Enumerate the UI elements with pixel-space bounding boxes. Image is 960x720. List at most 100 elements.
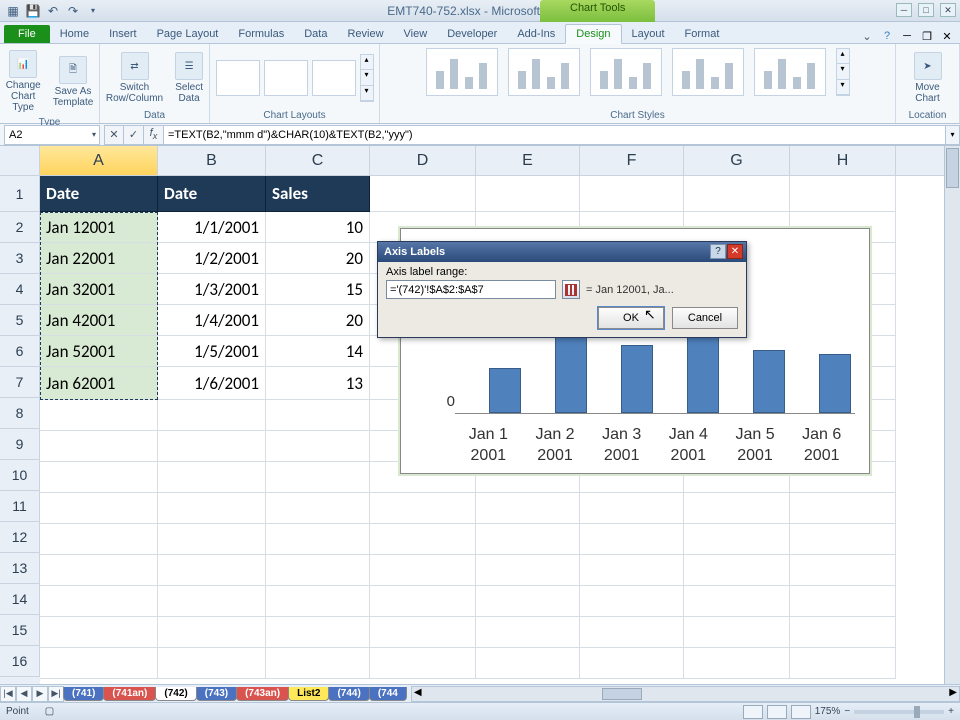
cell[interactable] <box>370 493 476 524</box>
normal-view-icon[interactable] <box>743 705 763 719</box>
tab-developer[interactable]: Developer <box>437 25 507 43</box>
row-header[interactable]: 16 <box>0 646 40 677</box>
save-icon[interactable]: 💾 <box>24 2 42 20</box>
cell[interactable] <box>266 617 370 648</box>
chart-bar[interactable] <box>621 345 653 413</box>
cell[interactable] <box>158 586 266 617</box>
ok-button[interactable]: OK <box>598 307 664 329</box>
cell[interactable]: 1/2/2001 <box>158 243 266 274</box>
cell[interactable] <box>684 586 790 617</box>
layouts-scroll[interactable]: ▴▾▾ <box>360 54 374 102</box>
column-header[interactable]: H <box>790 146 896 175</box>
cell[interactable]: 1/1/2001 <box>158 212 266 243</box>
column-header[interactable]: C <box>266 146 370 175</box>
column-header[interactable]: B <box>158 146 266 175</box>
save-as-template-button[interactable]: 🗎Save As Template <box>49 54 98 110</box>
cell[interactable] <box>580 176 684 212</box>
cell[interactable] <box>40 431 158 462</box>
sheet-tab[interactable]: (741an) <box>103 687 156 701</box>
cell[interactable] <box>40 586 158 617</box>
column-header[interactable]: E <box>476 146 580 175</box>
sheet-tab[interactable]: (743) <box>196 687 237 701</box>
horizontal-scrollbar[interactable]: ◀ ▶ <box>411 686 960 702</box>
cell[interactable] <box>580 586 684 617</box>
expand-formula-icon[interactable]: ▾ <box>946 125 960 145</box>
file-tab[interactable]: File <box>4 25 50 43</box>
cell[interactable] <box>684 493 790 524</box>
row-header[interactable]: 5 <box>0 305 40 336</box>
redo-icon[interactable]: ↷ <box>64 2 82 20</box>
change-chart-type-button[interactable]: 📊Change Chart Type <box>2 48 45 115</box>
chart-layout-thumb[interactable] <box>216 60 260 96</box>
cell[interactable] <box>684 648 790 679</box>
fx-icon[interactable]: fx <box>144 125 164 145</box>
cell[interactable] <box>370 586 476 617</box>
cell[interactable] <box>476 493 580 524</box>
cell[interactable] <box>684 617 790 648</box>
tab-design[interactable]: Design <box>565 24 621 44</box>
workbook-restore-icon[interactable]: ❐ <box>920 29 934 43</box>
cell[interactable]: 10 <box>266 212 370 243</box>
chart-layout-thumb[interactable] <box>264 60 308 96</box>
cell[interactable] <box>790 617 896 648</box>
row-header[interactable]: 8 <box>0 398 40 429</box>
cell[interactable] <box>266 555 370 586</box>
cell[interactable] <box>790 524 896 555</box>
cell[interactable] <box>580 648 684 679</box>
cell[interactable] <box>790 648 896 679</box>
minimize-ribbon-icon[interactable]: ⌄ <box>860 29 874 43</box>
chart-style-thumb[interactable] <box>754 48 826 96</box>
undo-icon[interactable]: ↶ <box>44 2 62 20</box>
macro-record-icon[interactable]: ▢ <box>45 706 54 717</box>
formula-input[interactable]: =TEXT(B2,"mmm d")&CHAR(10)&TEXT(B2,"yyy"… <box>164 125 946 145</box>
cell[interactable] <box>580 617 684 648</box>
tab-home[interactable]: Home <box>50 25 99 43</box>
qat-dropdown-icon[interactable]: ▾ <box>84 2 102 20</box>
tab-page-layout[interactable]: Page Layout <box>147 25 229 43</box>
axis-label-range-input[interactable] <box>386 280 556 299</box>
cell[interactable] <box>40 524 158 555</box>
row-header[interactable]: 1 <box>0 176 40 212</box>
cell[interactable] <box>40 617 158 648</box>
cell[interactable]: 15 <box>266 274 370 305</box>
close-button[interactable]: ✕ <box>940 3 956 17</box>
cell[interactable]: 1/3/2001 <box>158 274 266 305</box>
cell[interactable]: 13 <box>266 367 370 400</box>
cell[interactable] <box>40 648 158 679</box>
cell[interactable] <box>370 648 476 679</box>
workbook-minimize-icon[interactable]: ─ <box>900 29 914 43</box>
cell[interactable]: 1/6/2001 <box>158 367 266 400</box>
row-header[interactable]: 10 <box>0 460 40 491</box>
move-chart-button[interactable]: ➤Move Chart <box>910 50 946 106</box>
zoom-out-icon[interactable]: − <box>844 706 850 717</box>
cell[interactable] <box>790 176 896 212</box>
cell[interactable] <box>266 648 370 679</box>
prev-sheet-icon[interactable]: ◀ <box>16 686 32 702</box>
chart-bar[interactable] <box>753 350 785 413</box>
tab-layout[interactable]: Layout <box>622 25 675 43</box>
row-header[interactable]: 13 <box>0 553 40 584</box>
cell[interactable] <box>580 555 684 586</box>
page-break-view-icon[interactable] <box>791 705 811 719</box>
cell[interactable] <box>158 400 266 431</box>
enter-formula-icon[interactable]: ✓ <box>124 125 144 145</box>
cell[interactable] <box>158 555 266 586</box>
cell[interactable] <box>266 431 370 462</box>
zoom-in-icon[interactable]: + <box>948 706 954 717</box>
sheet-tab[interactable]: List2 <box>288 687 329 701</box>
cell[interactable] <box>790 586 896 617</box>
cell[interactable] <box>266 586 370 617</box>
help-icon[interactable]: ? <box>880 29 894 43</box>
zoom-level[interactable]: 175% <box>815 706 841 717</box>
cell[interactable]: 1/4/2001 <box>158 305 266 336</box>
vertical-scrollbar[interactable] <box>944 146 960 684</box>
cancel-formula-icon[interactable]: ✕ <box>104 125 124 145</box>
select-all-corner[interactable] <box>0 146 40 176</box>
row-header[interactable]: 12 <box>0 522 40 553</box>
cell[interactable] <box>580 493 684 524</box>
row-header[interactable]: 4 <box>0 274 40 305</box>
dialog-close-icon[interactable]: ✕ <box>727 244 743 259</box>
chart-style-thumb[interactable] <box>426 48 498 96</box>
cell[interactable]: Sales <box>266 176 370 212</box>
sheet-tab[interactable]: (744 <box>369 687 407 701</box>
